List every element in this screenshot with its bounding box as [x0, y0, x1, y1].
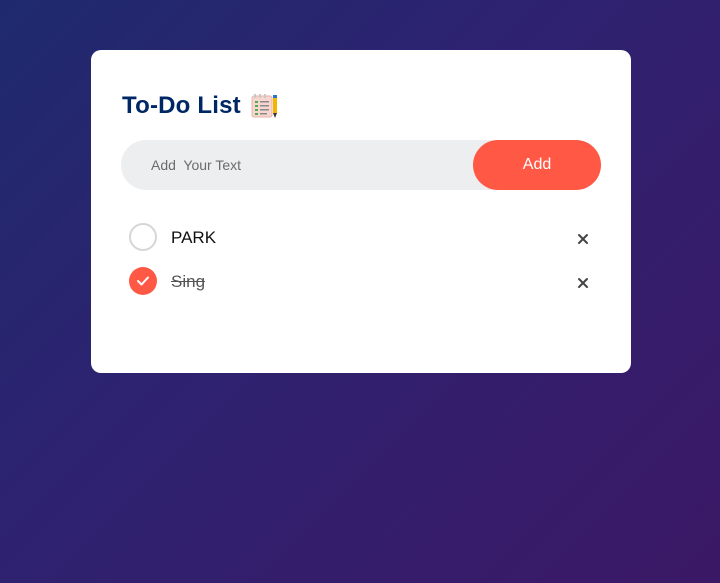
add-button[interactable]: Add: [473, 140, 601, 190]
todo-card: To-Do List Add Your Text Add PARK Sing: [91, 50, 631, 373]
task-text: PARK: [171, 228, 217, 247]
notepad-pencil-icon: [251, 93, 279, 119]
close-icon[interactable]: [572, 228, 594, 250]
task-input[interactable]: [121, 140, 471, 190]
task-text: Sing: [171, 272, 206, 291]
list-item[interactable]: Sing: [128, 266, 594, 310]
unchecked-circle-icon[interactable]: [129, 223, 157, 251]
checked-circle-icon[interactable]: [129, 267, 157, 295]
title-row: To-Do List: [122, 90, 279, 122]
app-title: To-Do List: [122, 92, 241, 119]
close-icon[interactable]: [572, 272, 594, 294]
input-row: Add: [121, 140, 601, 190]
list-item[interactable]: PARK: [128, 222, 594, 266]
task-list: PARK Sing: [128, 222, 594, 310]
